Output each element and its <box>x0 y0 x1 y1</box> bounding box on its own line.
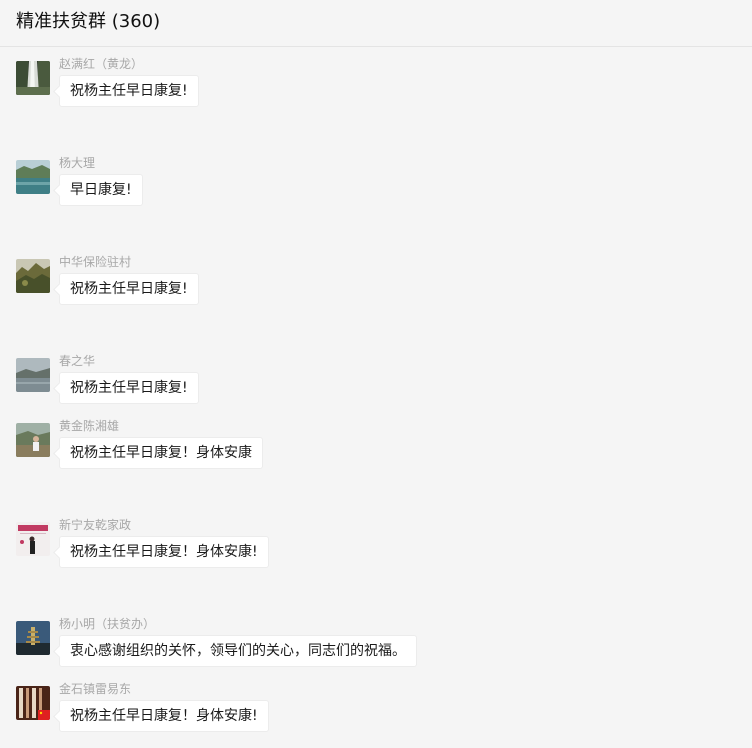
sender-name[interactable]: 新宁友乾家政 <box>59 517 131 533</box>
message-bubble[interactable]: 祝杨主任早日康复! <box>59 372 199 404</box>
person-outdoors-avatar[interactable] <box>16 423 50 457</box>
waterfall-avatar[interactable] <box>16 61 50 95</box>
sender-name[interactable]: 杨小明（扶贫办） <box>59 616 155 632</box>
agency-logo-avatar[interactable] <box>16 522 50 556</box>
message-bubble[interactable]: 祝杨主任早日康复！身体安康 <box>59 437 263 469</box>
sender-name[interactable]: 赵满红（黄龙） <box>59 56 143 72</box>
sender-name[interactable]: 杨大理 <box>59 155 95 171</box>
message-bubble[interactable]: 祝杨主任早日康复！身体安康! <box>59 536 269 568</box>
message-text: 祝杨主任早日康复！身体安康 <box>70 445 252 461</box>
message-text: 祝杨主任早日康复！身体安康! <box>70 708 258 724</box>
sender-name[interactable]: 黄金陈湘雄 <box>59 418 119 434</box>
chat-header: 精准扶贫群 (360) <box>0 0 752 47</box>
message-text: 早日康复! <box>70 182 132 198</box>
message-bubble[interactable]: 祝杨主任早日康复! <box>59 273 199 305</box>
chat-title[interactable]: 精准扶贫群 (360) <box>16 10 160 34</box>
pagoda-avatar[interactable] <box>16 621 50 655</box>
lake-avatar[interactable] <box>16 160 50 194</box>
message-bubble[interactable]: 衷心感谢组织的关怀，领导们的关心，同志们的祝福。 <box>59 635 417 667</box>
message-text: 祝杨主任早日康复！身体安康! <box>70 544 258 560</box>
message-text: 祝杨主任早日康复! <box>70 83 188 99</box>
sender-name[interactable]: 金石镇雷易东 <box>59 681 131 697</box>
sender-name[interactable]: 春之华 <box>59 353 95 369</box>
message-text: 祝杨主任早日康复! <box>70 281 188 297</box>
message-bubble[interactable]: 祝杨主任早日康复! <box>59 75 199 107</box>
message-bubble[interactable]: 祝杨主任早日康复！身体安康! <box>59 700 269 732</box>
hills-avatar[interactable] <box>16 259 50 293</box>
flag-avatar[interactable] <box>16 686 50 720</box>
sender-name[interactable]: 中华保险驻村 <box>59 254 131 270</box>
message-text: 祝杨主任早日康复! <box>70 380 188 396</box>
message-text: 衷心感谢组织的关怀，领导们的关心，同志们的祝福。 <box>70 643 406 659</box>
message-bubble[interactable]: 早日康复! <box>59 174 143 206</box>
misty-lake-avatar[interactable] <box>16 358 50 392</box>
